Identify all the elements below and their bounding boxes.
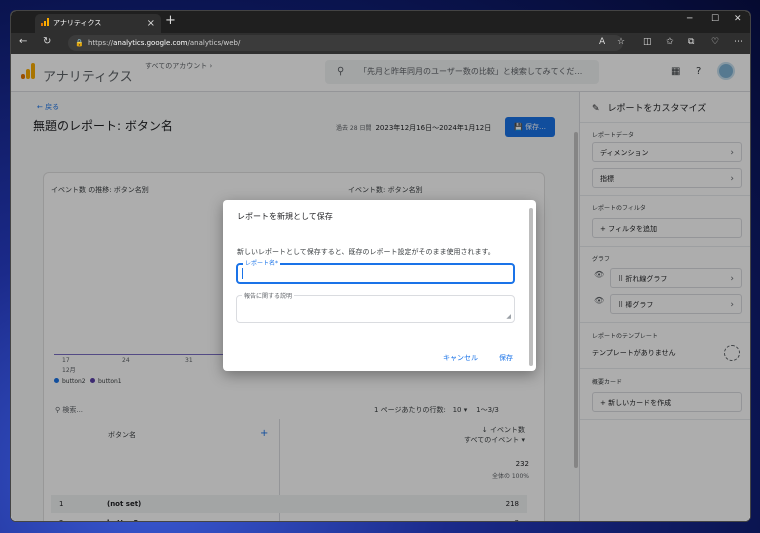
reload-icon[interactable]: ↻ (43, 36, 51, 47)
more-menu-icon[interactable]: ⋯ (734, 37, 743, 47)
text-caret (242, 268, 243, 279)
report-name-field[interactable]: レポート名* (236, 258, 515, 284)
report-description-label: 報告に関する説明 (242, 291, 295, 300)
cancel-button[interactable]: キャンセル (443, 353, 478, 363)
tab-title: アナリティクス (53, 19, 102, 27)
dialog-title: レポートを新規として保存 (237, 212, 333, 221)
maximize-icon[interactable]: ☐ (711, 14, 719, 24)
resize-handle-icon[interactable]: ◢ (506, 313, 511, 320)
dialog-scrollbar[interactable] (529, 208, 533, 366)
report-name-label: レポート名* (243, 258, 281, 267)
lock-icon: 🔒 (75, 39, 84, 47)
dialog-save-button[interactable]: 保存 (499, 353, 513, 363)
url-prefix: https:// (88, 39, 114, 47)
url-host: analytics.google.com (113, 39, 188, 47)
tab-close-icon[interactable]: × (147, 14, 155, 33)
close-window-icon[interactable]: ✕ (734, 14, 742, 24)
split-screen-icon[interactable]: ◫ (643, 37, 652, 47)
url-field[interactable]: 🔒 https://analytics.google.com/analytics… (68, 35, 623, 51)
minimize-icon[interactable]: ─ (687, 14, 692, 24)
new-tab-icon[interactable]: + (165, 13, 176, 28)
analytics-favicon-icon (41, 15, 49, 26)
favorites-icon[interactable]: ✩ (666, 37, 674, 47)
back-nav-icon[interactable]: ← (19, 36, 27, 47)
favorite-star-icon[interactable]: ☆ (617, 37, 625, 47)
save-as-new-dialog: レポートを新規として保存 新しいレポートとして保存すると、既存のレポート設定がそ… (223, 200, 536, 371)
health-icon[interactable]: ♡ (711, 37, 719, 47)
browser-tab[interactable]: アナリティクス × (35, 14, 161, 33)
report-description-field[interactable]: 報告に関する説明 ◢ (236, 291, 515, 323)
url-path: /analytics/web/ (187, 39, 241, 47)
dialog-description: 新しいレポートとして保存すると、既存のレポート設定がそのまま使用されます。 (237, 248, 495, 256)
tab-bar: アナリティクス × + ─ ☐ ✕ (11, 11, 750, 33)
address-bar-row: ← ↻ 🔒 https://analytics.google.com/analy… (11, 33, 750, 54)
read-aloud-icon[interactable]: A (599, 37, 605, 47)
collections-icon[interactable]: ⧉ (688, 37, 694, 47)
